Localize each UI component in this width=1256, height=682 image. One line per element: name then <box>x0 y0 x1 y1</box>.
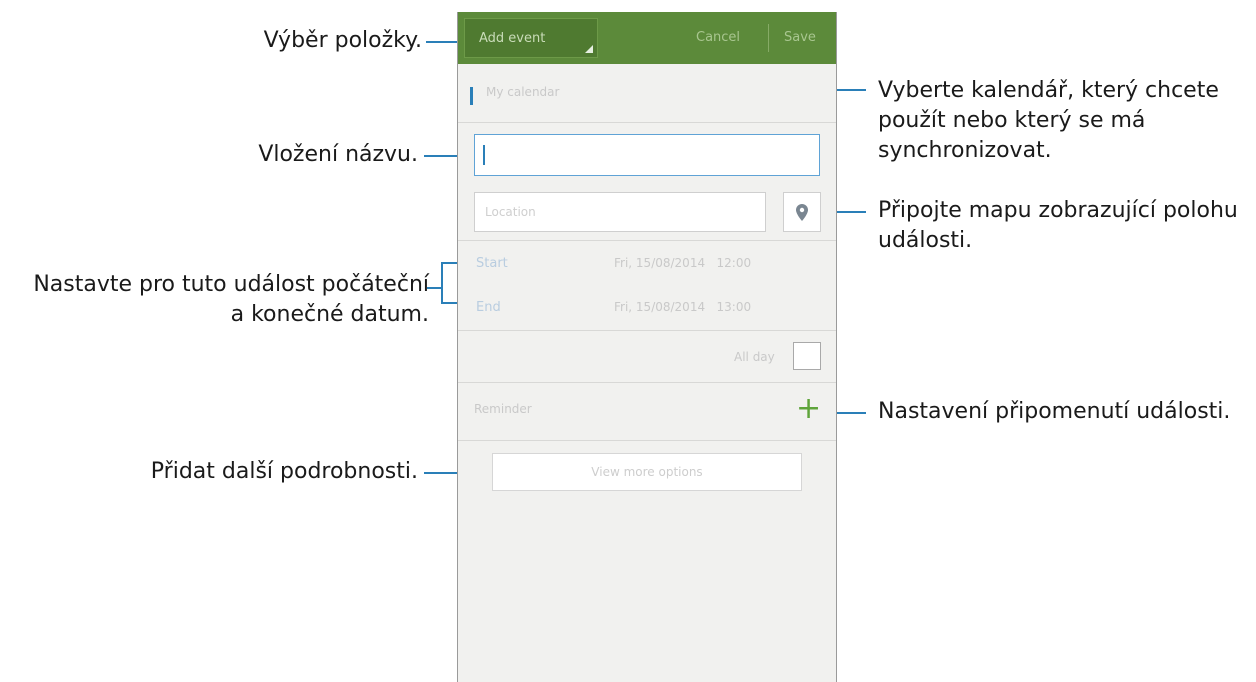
top-action-bar: Add event Cancel Save <box>458 12 836 64</box>
divider <box>458 240 836 241</box>
callout-calendar-line1: Vyberte kalendář, který chcete <box>878 78 1219 103</box>
end-date-row[interactable]: End Fri, 15/08/2014 13:00 <box>458 292 836 322</box>
divider <box>458 330 836 331</box>
callout-calendar: Vyberte kalendář, který chcete použít ne… <box>878 76 1219 166</box>
callout-bracket-dates <box>441 262 443 304</box>
item-type-label: Add event <box>479 31 546 46</box>
calendar-color-marker <box>470 87 473 105</box>
callout-map-line2: události. <box>878 228 973 253</box>
reminder-label: Reminder <box>474 402 532 416</box>
calendar-selector[interactable]: My calendar <box>458 64 836 122</box>
location-field[interactable]: Location <box>474 192 766 232</box>
end-value: Fri, 15/08/2014 13:00 <box>614 300 752 314</box>
calendar-label: My calendar <box>486 85 560 99</box>
callout-map-line1: Připojte mapu zobrazující polohu <box>878 198 1238 223</box>
callout-map: Připojte mapu zobrazující polohu událost… <box>878 196 1238 256</box>
phone-screen: Add event Cancel Save My calendar Locati… <box>457 12 837 682</box>
start-value: Fri, 15/08/2014 12:00 <box>614 256 752 270</box>
map-button[interactable] <box>783 192 821 232</box>
end-label: End <box>476 300 501 315</box>
item-type-selector[interactable]: Add event <box>464 18 598 58</box>
callout-dates: Nastavte pro tuto událost počáteční a ko… <box>33 270 429 330</box>
start-date-row[interactable]: Start Fri, 15/08/2014 12:00 <box>458 248 836 278</box>
callout-calendar-line2: použít nebo který se má <box>878 108 1146 133</box>
callout-more-details: Přidat další podrobnosti. <box>150 459 418 484</box>
save-button[interactable]: Save <box>784 12 816 64</box>
title-field[interactable] <box>474 134 820 176</box>
callout-reminder: Nastavení připomenutí události. <box>878 399 1231 424</box>
map-pin-icon <box>796 204 808 221</box>
callout-item-select: Výběr položky. <box>263 28 422 53</box>
plus-icon[interactable]: + <box>796 394 821 424</box>
divider <box>458 382 836 383</box>
view-more-options-button[interactable]: View more options <box>492 453 802 491</box>
callout-dates-line2: a konečné datum. <box>230 302 429 327</box>
start-label: Start <box>476 256 508 271</box>
callout-title-input: Vložení názvu. <box>258 142 418 167</box>
callout-calendar-line3: synchronizovat. <box>878 138 1052 163</box>
all-day-checkbox[interactable] <box>793 342 821 370</box>
all-day-label: All day <box>734 350 775 364</box>
divider <box>458 122 836 123</box>
callout-line-dates <box>427 287 441 289</box>
cancel-button[interactable]: Cancel <box>696 12 740 64</box>
reminder-row: Reminder <box>458 384 836 440</box>
text-cursor <box>483 145 485 165</box>
toolbar-divider <box>768 24 769 52</box>
corner-triangle-icon <box>585 45 593 53</box>
divider <box>458 440 836 441</box>
callout-dates-line1: Nastavte pro tuto událost počáteční <box>33 272 429 297</box>
